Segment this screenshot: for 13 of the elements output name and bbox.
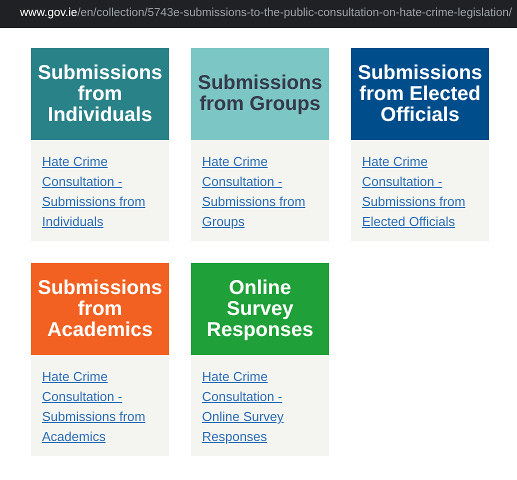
card-link[interactable]: Hate Crime Consultation - Submissions from Individuals bbox=[42, 152, 158, 232]
card-title: Submissions from Groups bbox=[196, 73, 324, 115]
url-path: /en/collection/5743e-submissions-to-the-public-consultation-on-hate-crime-legislation/ bbox=[77, 6, 512, 22]
card-link[interactable]: Hate Crime Consultation - Submissions from Elected Officials bbox=[362, 152, 478, 232]
card-title: Submissions from Academics bbox=[36, 278, 164, 340]
card-title: Submissions from Elected Officials bbox=[356, 62, 484, 126]
url-domain: www.gov.ie bbox=[20, 6, 78, 22]
card-title: Online Survey Responses bbox=[206, 278, 314, 340]
card-link[interactable]: Hate Crime Consultation - Submissions from Groups bbox=[202, 152, 318, 232]
address-bar[interactable]: www.gov.ie/en/collection/5743e-submissions-to-the-public-consultation-on-hate-crime-legislation/ bbox=[0, 0, 517, 28]
card-title: Submissions from Individuals bbox=[36, 62, 164, 126]
card-link[interactable]: Hate Crime Consultation - Submissions from Academics bbox=[42, 367, 158, 447]
card-link[interactable]: Hate Crime Consultation - Online Survey Responses bbox=[202, 367, 318, 447]
